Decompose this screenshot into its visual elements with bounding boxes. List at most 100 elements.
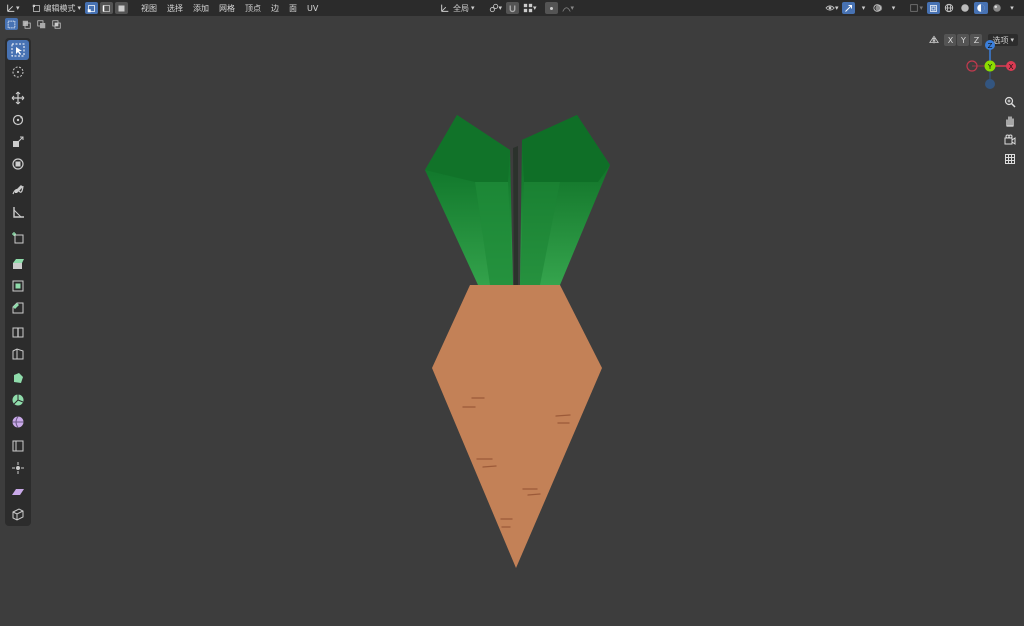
move-icon xyxy=(11,91,25,105)
pivot-point-selector[interactable]: ▾ xyxy=(487,2,505,14)
select-mode-extend[interactable] xyxy=(20,18,33,30)
snap-toggle[interactable] xyxy=(506,2,520,14)
orientation-icon xyxy=(441,4,449,12)
tool-extrude[interactable] xyxy=(7,254,29,274)
overlay-toggle[interactable] xyxy=(871,2,885,14)
tool-scale[interactable] xyxy=(7,132,29,152)
edge-select-button[interactable] xyxy=(100,2,114,14)
navigation-gizmo[interactable]: Z X Y xyxy=(964,38,1020,94)
menu-face[interactable]: 面 xyxy=(289,3,297,14)
hand-icon xyxy=(1006,116,1014,127)
tool-measure[interactable] xyxy=(7,202,29,222)
tool-knife[interactable] xyxy=(7,344,29,364)
edit-mode-icon xyxy=(32,4,40,12)
select-mode-subtract[interactable] xyxy=(35,18,48,30)
magnet-icon xyxy=(509,5,516,12)
tool-add-cube[interactable] xyxy=(7,228,29,248)
gizmo-x-label: X xyxy=(1009,63,1014,71)
proportional-icon xyxy=(549,6,553,10)
select-new-icon xyxy=(7,20,16,28)
shading-solid[interactable] xyxy=(958,2,972,14)
edge-slide-icon xyxy=(12,440,24,452)
select-box-icon xyxy=(11,43,25,57)
proportional-edit-toggle[interactable] xyxy=(544,2,558,14)
mesh-edit-overlay[interactable]: ▾ xyxy=(907,2,925,14)
tool-rip-region[interactable] xyxy=(7,504,29,524)
shading-menu[interactable]: ▾ xyxy=(1006,2,1018,14)
carrot-mesh[interactable] xyxy=(420,110,620,575)
tool-transform[interactable] xyxy=(7,154,29,174)
menu-edge[interactable]: 边 xyxy=(271,3,279,14)
smooth-icon xyxy=(12,416,24,428)
tool-shrink-fatten[interactable] xyxy=(7,458,29,478)
transform-icon xyxy=(12,158,24,170)
tool-edge-slide[interactable] xyxy=(7,436,29,456)
transform-orientation-label: 全局 xyxy=(453,3,469,13)
tool-poly-build[interactable] xyxy=(7,368,29,388)
mirror-axis-x[interactable]: X xyxy=(944,34,957,46)
viewport-gizmo-toggle[interactable]: ▾ xyxy=(823,2,841,14)
carrot-leaf-right[interactable] xyxy=(520,115,610,285)
shading-material[interactable] xyxy=(974,2,988,14)
select-mode-intersect[interactable] xyxy=(50,18,63,30)
face-select-button[interactable] xyxy=(115,2,129,14)
axis-icon xyxy=(7,4,15,12)
material-sphere-icon xyxy=(977,4,985,12)
solid-sphere-icon xyxy=(961,4,969,12)
menu-view[interactable]: 视图 xyxy=(141,3,157,14)
rip-region-icon xyxy=(12,508,24,521)
pan-button[interactable] xyxy=(1002,113,1018,129)
tool-bevel[interactable] xyxy=(7,298,29,318)
mode-selector[interactable]: 编辑模式 ▾ xyxy=(30,2,84,14)
knife-icon xyxy=(12,348,24,360)
overlay-menu[interactable]: ▾ xyxy=(887,2,899,14)
tool-loop-cut[interactable] xyxy=(7,322,29,342)
tool-select-box[interactable] xyxy=(7,40,29,60)
menu-select[interactable]: 选择 xyxy=(167,3,183,14)
zoom-button[interactable] xyxy=(1002,94,1018,110)
spin-icon xyxy=(12,394,24,406)
tool-rotate[interactable] xyxy=(7,110,29,130)
menu-vertex[interactable]: 顶点 xyxy=(245,3,261,14)
gizmo-z-label: Z xyxy=(988,42,993,50)
bevel-icon xyxy=(12,302,24,314)
mirror-toggle[interactable] xyxy=(927,34,941,46)
menu-mesh[interactable]: 网格 xyxy=(219,3,235,14)
tool-cursor[interactable] xyxy=(7,62,29,82)
shading-rendered[interactable] xyxy=(990,2,1004,14)
edge-select-icon xyxy=(102,4,110,12)
rotate-icon xyxy=(12,114,24,126)
snap-target-selector[interactable]: ▾ xyxy=(521,2,539,14)
transform-orientation-selector[interactable]: 全局 ▾ xyxy=(438,2,477,14)
gizmo-y-label: Y xyxy=(987,63,993,71)
mesh-overlay-icon xyxy=(910,4,919,12)
camera-view-button[interactable] xyxy=(1002,132,1018,148)
gizmo-menu[interactable]: ▾ xyxy=(857,2,869,14)
gizmo-toggle[interactable] xyxy=(842,2,856,14)
proportional-falloff-selector[interactable]: ▾ xyxy=(560,2,577,14)
tool-inset[interactable] xyxy=(7,276,29,296)
editor-type-button[interactable]: ▾ xyxy=(4,2,22,14)
menu-add[interactable]: 添加 xyxy=(193,3,209,14)
perspective-toggle-button[interactable] xyxy=(1002,151,1018,167)
carrot-body[interactable] xyxy=(432,285,602,568)
tool-smooth[interactable] xyxy=(7,412,29,432)
inset-icon xyxy=(12,280,24,292)
shading-wireframe[interactable] xyxy=(942,2,956,14)
gizmo-arrow-icon xyxy=(845,4,853,12)
tool-settings-bar: X Y Z 选项 ▾ xyxy=(0,16,1024,46)
shrink-fatten-icon xyxy=(12,462,24,474)
tool-move[interactable] xyxy=(7,88,29,108)
zoom-icon xyxy=(1004,96,1016,108)
gizmo-neg-z[interactable] xyxy=(985,79,995,89)
menu-uv[interactable]: UV xyxy=(307,4,318,13)
xray-toggle[interactable] xyxy=(927,2,940,14)
carrot-leaf-left[interactable] xyxy=(425,115,513,285)
tool-annotate[interactable] xyxy=(7,180,29,200)
measure-icon xyxy=(13,207,24,218)
tool-spin[interactable] xyxy=(7,390,29,410)
tool-shear[interactable] xyxy=(7,482,29,502)
select-mode-new[interactable] xyxy=(5,18,18,30)
select-extend-icon xyxy=(22,20,31,29)
vertex-select-button[interactable] xyxy=(85,2,99,14)
